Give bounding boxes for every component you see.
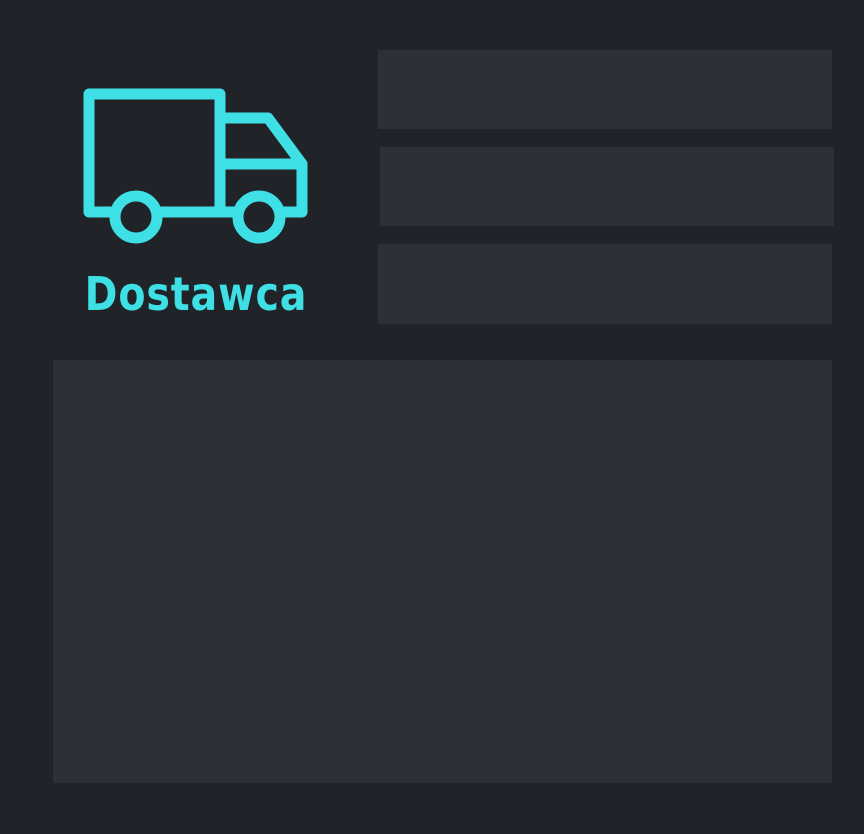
info-field-2[interactable] — [380, 147, 834, 226]
supplier-logo: Dostawca — [60, 70, 332, 330]
info-field-1[interactable] — [378, 50, 832, 129]
details-panel[interactable] — [53, 360, 832, 783]
info-field-3[interactable] — [378, 244, 832, 324]
truck-icon — [83, 88, 308, 244]
logo-label: Dostawca — [84, 267, 308, 321]
